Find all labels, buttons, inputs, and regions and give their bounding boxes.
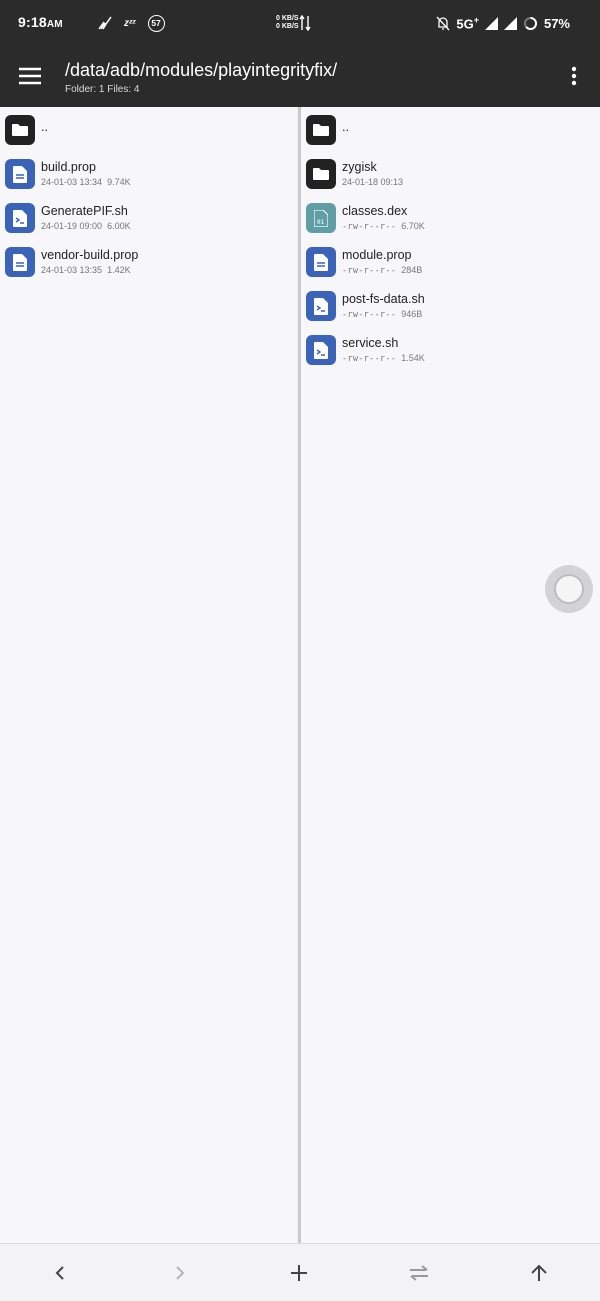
script-file-icon: [5, 203, 35, 233]
document-icon: [5, 247, 35, 277]
swap-icon: [410, 1265, 428, 1281]
file-row-module-prop[interactable]: module.prop -rw-r--r-- 284B: [306, 247, 600, 287]
file-meta: 24-01-03 13:34 9.74K: [41, 177, 131, 187]
document-icon: [5, 159, 35, 189]
svg-text:01: 01: [317, 219, 325, 226]
right-file-pane[interactable]: .. zygisk 24-01-18 09:13 01 classes.dex …: [301, 107, 600, 1243]
mute-bell-icon: [436, 16, 450, 30]
binary-file-icon: 01: [306, 203, 336, 233]
add-icon: [291, 1265, 307, 1281]
sleep-icon: zᶻᶻ: [124, 17, 136, 29]
assistive-touch-icon: [554, 574, 584, 604]
file-name: classes.dex: [342, 204, 408, 218]
file-name: module.prop: [342, 248, 412, 262]
menu-button[interactable]: [17, 63, 43, 89]
script-file-icon: [306, 335, 336, 365]
data-transfer-icon: [299, 14, 311, 32]
file-name: zygisk: [342, 160, 377, 174]
network-speed: 0 KB/S 0 KB/S: [276, 15, 299, 30]
signal-icon: [503, 16, 517, 30]
folder-row-zygisk[interactable]: zygisk 24-01-18 09:13: [306, 159, 600, 199]
battery-ring-icon: [523, 16, 537, 30]
file-name: post-fs-data.sh: [342, 292, 425, 306]
add-button[interactable]: [286, 1260, 312, 1286]
overflow-menu-button[interactable]: [562, 64, 586, 88]
script-file-icon: [306, 291, 336, 321]
notification-count-badge: 57: [147, 14, 165, 32]
file-row-generatepif-sh[interactable]: GeneratePIF.sh 24-01-19 09:00 6.00K: [5, 203, 298, 243]
battery-percent: 57%: [543, 15, 570, 31]
file-name: ..: [41, 120, 48, 134]
clock: 9:18AM: [18, 14, 63, 30]
file-meta: -rw-r--r-- 284B: [342, 265, 423, 276]
file-row-post-fs-data-sh[interactable]: post-fs-data.sh -rw-r--r-- 946B: [306, 291, 600, 331]
network-type: 5G+: [456, 14, 479, 32]
up-icon: [531, 1264, 547, 1281]
forward-button[interactable]: [167, 1260, 193, 1286]
folder-icon: [306, 159, 336, 189]
file-name: ..: [342, 120, 349, 134]
file-row-build-prop[interactable]: build.prop 24-01-03 13:34 9.74K: [5, 159, 298, 199]
up-directory-button[interactable]: [526, 1260, 552, 1286]
forward-icon: [176, 1266, 185, 1280]
folder-icon: [5, 115, 35, 145]
file-meta: -rw-r--r-- 6.70K: [342, 221, 425, 232]
file-row-classes-dex[interactable]: 01 classes.dex -rw-r--r-- 6.70K: [306, 203, 600, 243]
menu-icon: [19, 67, 41, 85]
folder-icon: [306, 115, 336, 145]
signal-icon: [484, 16, 498, 30]
folder-file-count: Folder: 1 Files: 4: [65, 84, 140, 95]
file-row-vendor-build-prop[interactable]: vendor-build.prop 24-01-03 13:35 1.42K: [5, 247, 298, 287]
file-meta: 24-01-19 09:00 6.00K: [41, 221, 131, 231]
floating-assistive-button[interactable]: [545, 565, 593, 613]
file-meta: -rw-r--r-- 946B: [342, 309, 423, 320]
status-bar: 9:18AM zᶻᶻ 57 0 KB/S 0 KB/S 5G+ 57%: [0, 0, 600, 46]
file-meta: 24-01-18 09:13: [342, 177, 404, 187]
file-meta: -rw-r--r-- 1.54K: [342, 353, 425, 364]
more-vert-icon: [571, 66, 577, 86]
current-path: /data/adb/modules/playintegrityfix/: [65, 60, 338, 80]
file-name: build.prop: [41, 160, 96, 174]
app-bar: /data/adb/modules/playintegrityfix/ Fold…: [0, 46, 600, 107]
back-button[interactable]: [47, 1260, 73, 1286]
document-icon: [306, 247, 336, 277]
file-row-service-sh[interactable]: service.sh -rw-r--r-- 1.54K: [306, 335, 600, 375]
parent-directory-row[interactable]: ..: [306, 115, 600, 155]
parent-directory-row[interactable]: ..: [5, 115, 298, 155]
left-file-pane[interactable]: .. build.prop 24-01-03 13:34 9.74K Gener…: [0, 107, 298, 1243]
file-meta: 24-01-03 13:35 1.42K: [41, 265, 131, 275]
bottom-toolbar: [0, 1243, 600, 1301]
swap-panes-button[interactable]: [406, 1260, 432, 1286]
file-name: vendor-build.prop: [41, 248, 139, 262]
back-icon: [55, 1266, 64, 1280]
file-name: service.sh: [342, 336, 399, 350]
broom-icon: [98, 16, 112, 30]
file-name: GeneratePIF.sh: [41, 204, 128, 218]
